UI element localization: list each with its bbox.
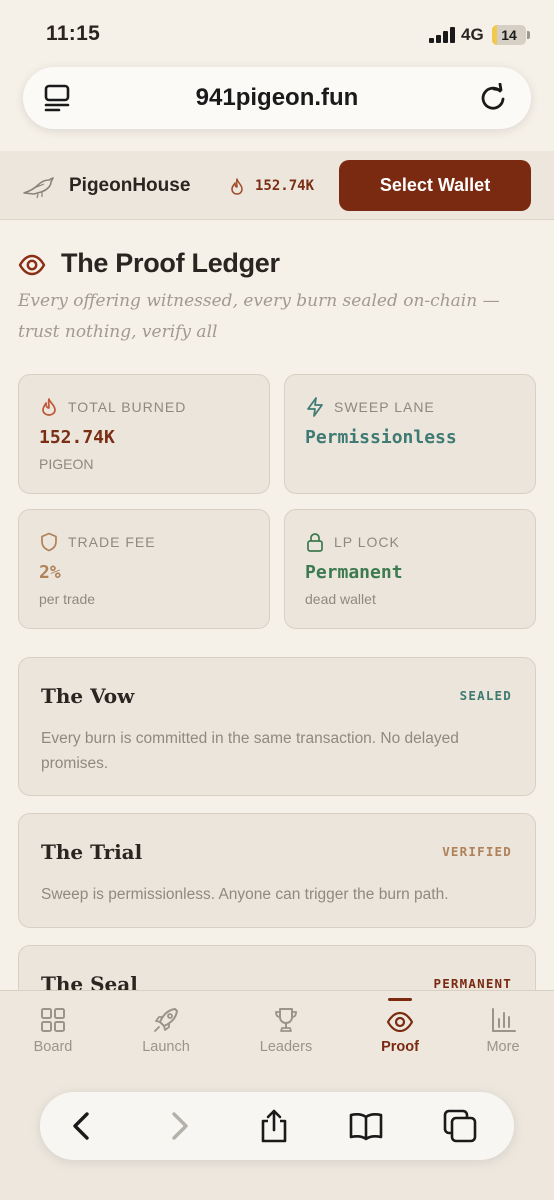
stat-sub: per trade — [39, 591, 96, 607]
ledger-card-trial: The Trial VERIFIED Sweep is permissionle… — [18, 813, 536, 928]
burned-value: 152.74K — [255, 178, 315, 194]
eye-icon — [18, 254, 46, 276]
page-subtitle: Every offering witnessed, every burn sea… — [18, 291, 500, 342]
trophy-icon — [275, 1008, 297, 1032]
bookmarks-icon[interactable] — [348, 1108, 384, 1144]
tabs-icon[interactable] — [442, 1108, 478, 1144]
bar-chart-icon — [492, 1008, 516, 1032]
stat-card-sweep-lane: SWEEP LANE Permissionless — [284, 374, 536, 494]
page-title: The Proof Ledger — [61, 248, 280, 278]
status-badge: PERMANENT — [433, 976, 512, 991]
tab-leaders[interactable]: Leaders — [231, 991, 341, 1071]
stat-card-lp-lock: LP LOCK Permanent dead wallet — [284, 509, 536, 629]
status-badge: SEALED — [459, 688, 512, 703]
ledger-title: The Vow — [41, 684, 135, 708]
tab-proof[interactable]: Proof — [345, 991, 455, 1071]
forward-icon[interactable] — [161, 1108, 197, 1144]
stat-value: 152.74K — [39, 427, 115, 448]
stat-label: TOTAL BURNED — [68, 399, 187, 415]
stat-label: LP LOCK — [334, 534, 400, 550]
tab-label: Proof — [381, 1039, 419, 1055]
ledger-card-vow: The Vow SEALED Every burn is committed i… — [18, 657, 536, 796]
eye-icon — [386, 1011, 414, 1033]
bolt-icon — [307, 397, 323, 417]
back-icon[interactable] — [64, 1108, 100, 1144]
tab-label: More — [486, 1039, 520, 1055]
stat-value: 2% — [39, 562, 61, 583]
pigeon-logo-icon[interactable] — [22, 173, 56, 199]
battery-level: 14 — [501, 27, 517, 43]
clock: 11:15 — [46, 22, 101, 45]
flame-icon — [42, 398, 56, 416]
url-text[interactable]: 941pigeon.fun — [23, 84, 531, 112]
ledger-description: Every burn is committed in the same tran… — [41, 730, 459, 772]
tab-label: Leaders — [259, 1039, 313, 1055]
network-label: 4G — [461, 25, 484, 44]
active-tab-indicator — [388, 998, 412, 1001]
tab-launch[interactable]: Launch — [111, 991, 221, 1071]
ledger-description: Sweep is permissionless. Anyone can trig… — [41, 886, 449, 903]
battery-tip — [527, 31, 530, 39]
stat-card-total-burned: TOTAL BURNED 152.74K PIGEON — [18, 374, 270, 494]
flame-icon — [231, 178, 243, 195]
status-bar: 11:15 4G 14 — [0, 0, 554, 64]
stat-label: SWEEP LANE — [334, 399, 435, 415]
select-wallet-button[interactable]: Select Wallet — [339, 160, 531, 211]
signal-icon — [429, 27, 455, 43]
ledger-title: The Trial — [41, 840, 143, 864]
tab-board[interactable]: Board — [0, 991, 108, 1071]
stat-label: TRADE FEE — [68, 534, 156, 550]
tab-label: Board — [33, 1039, 73, 1055]
rocket-icon — [154, 1008, 178, 1032]
stat-sub: dead wallet — [305, 591, 376, 607]
battery-icon: 14 — [492, 25, 526, 45]
shield-icon — [41, 532, 57, 552]
stat-sub: PIGEON — [39, 456, 94, 472]
status-badge: VERIFIED — [442, 844, 512, 859]
stat-value: Permissionless — [305, 427, 457, 448]
stat-card-trade-fee: TRADE FEE 2% per trade — [18, 509, 270, 629]
stat-value: Permanent — [305, 562, 403, 583]
share-icon[interactable] — [256, 1108, 292, 1144]
grid-icon — [41, 1008, 65, 1032]
tab-label: Launch — [142, 1039, 190, 1055]
brand-name[interactable]: PigeonHouse — [69, 175, 190, 197]
address-bar[interactable]: 941pigeon.fun — [23, 67, 531, 129]
tab-more[interactable]: More — [448, 991, 554, 1071]
browser-toolbar — [40, 1092, 514, 1160]
reload-icon[interactable] — [478, 83, 508, 113]
lock-icon — [307, 533, 323, 552]
